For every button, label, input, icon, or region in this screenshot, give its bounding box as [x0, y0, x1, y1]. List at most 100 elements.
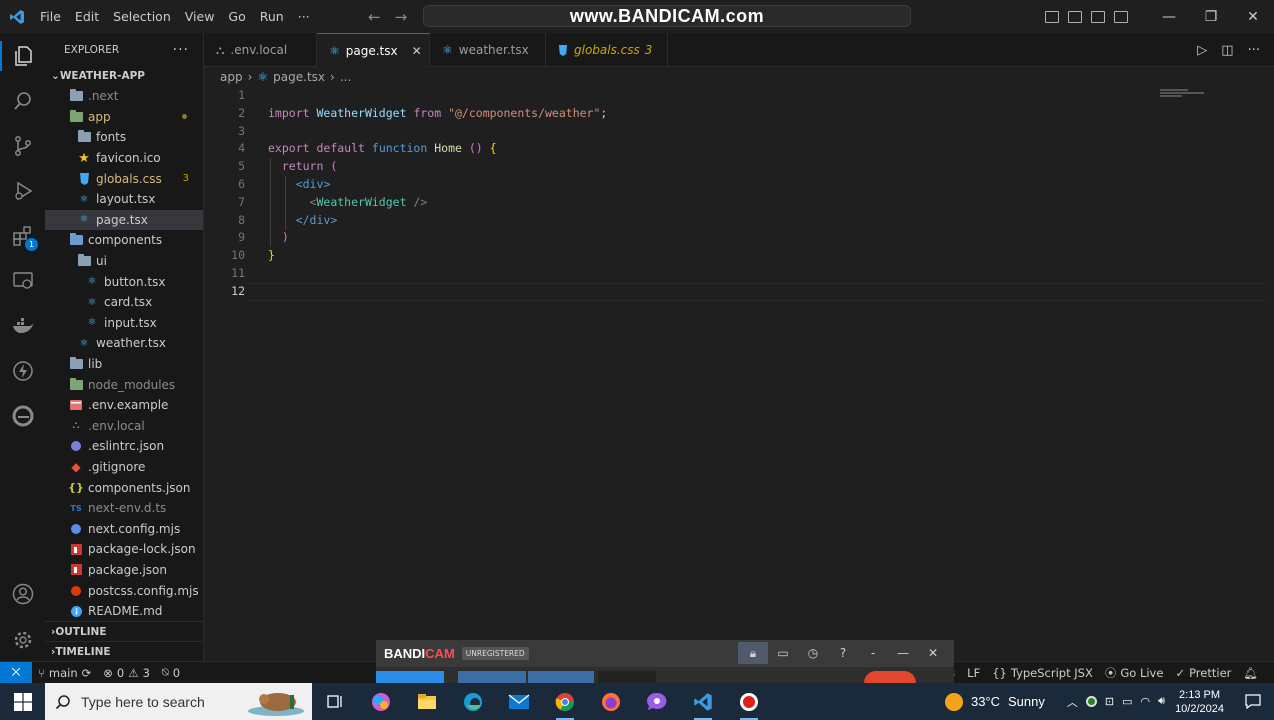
tree-item-fonts[interactable]: fonts [45, 127, 203, 148]
menu-selection[interactable]: Selection [106, 0, 178, 33]
edge-devtools-icon[interactable] [10, 403, 35, 428]
tree-item-button-tsx[interactable]: ⚛ button.tsx [45, 271, 203, 292]
workspace-root[interactable]: ⌄ WEATHER-APP [45, 66, 203, 86]
toggle-panel-icon[interactable] [1068, 10, 1082, 23]
windows-start-icon[interactable] [0, 683, 45, 720]
firefox-icon[interactable] [588, 683, 634, 720]
tree-item-globals-css[interactable]: globals.css 3 [45, 168, 203, 189]
tree-item-layout-tsx[interactable]: ⚛ layout.tsx [45, 189, 203, 210]
tree-item-components-json[interactable]: {} components.json [45, 477, 203, 498]
problems-indicator[interactable]: ⊗ 0 ⚠ 3 [97, 666, 156, 680]
prettier-indicator[interactable]: ✓ Prettier [1169, 666, 1237, 680]
split-editor-icon[interactable]: ◫ [1221, 43, 1233, 58]
close-tab-icon[interactable]: ✕ [412, 44, 422, 58]
breadcrumb-symbol[interactable]: ... [340, 70, 351, 84]
settings-gear-icon[interactable] [10, 627, 35, 652]
search-icon[interactable] [10, 88, 35, 113]
toggle-secondary-sidebar-icon[interactable] [1091, 10, 1105, 23]
minimize-icon[interactable]: — [888, 642, 918, 664]
mode-tab[interactable] [458, 671, 526, 683]
remote-indicator-icon[interactable]: ⨉ [0, 661, 32, 684]
edge-icon[interactable] [450, 683, 496, 720]
language-mode[interactable]: {} TypeScript JSX [986, 666, 1099, 680]
volume-icon[interactable]: 🔊︎ [1158, 695, 1165, 708]
tree-item-env-local[interactable]: ⛬ .env.local [45, 416, 203, 437]
minimize-button[interactable]: — [1148, 0, 1190, 33]
breadcrumb-app[interactable]: app [220, 70, 243, 84]
timeline-section[interactable]: › TIMELINE [45, 641, 204, 661]
mail-icon[interactable] [496, 683, 542, 720]
command-center[interactable]: www.BANDICAM.com [423, 5, 911, 27]
restore-button[interactable]: ❐ [1190, 0, 1232, 33]
branch-indicator[interactable]: ⑂ main ⟳ [32, 666, 97, 680]
help-icon[interactable]: ? [828, 642, 858, 664]
chat-app-icon[interactable] [634, 683, 680, 720]
extensions-icon[interactable]: 1 [10, 223, 38, 251]
run-debug-icon[interactable] [10, 178, 35, 203]
file-explorer-icon[interactable] [404, 683, 450, 720]
copilot-icon[interactable] [358, 683, 404, 720]
minimap[interactable] [1160, 89, 1208, 103]
close-window-button[interactable]: ✕ [1232, 0, 1274, 33]
tab-globals-css[interactable]: globals.css 3 [546, 33, 668, 67]
mode-tab[interactable] [598, 671, 656, 683]
tree-item-env-example[interactable]: .env.example [45, 395, 203, 416]
chevron-up-icon[interactable]: ︿ [1067, 694, 1078, 710]
more-actions-icon[interactable]: ··· [1248, 43, 1260, 58]
chrome-icon[interactable] [542, 683, 588, 720]
breadcrumb-page[interactable]: page.tsx [273, 70, 325, 84]
status-dot-icon[interactable] [1085, 696, 1097, 707]
accounts-icon[interactable] [10, 581, 35, 606]
toggle-primary-sidebar-icon[interactable] [1045, 10, 1059, 23]
collapse-icon[interactable]: ‐ [858, 642, 888, 664]
tab-page-tsx[interactable]: ⚛ page.tsx ✕ [317, 33, 430, 67]
mode-tab[interactable] [376, 671, 444, 683]
tree-item-package-json[interactable]: package.json [45, 560, 203, 581]
wifi-icon[interactable]: ◠ [1141, 695, 1151, 708]
tree-item-postcss-config[interactable]: postcss.config.mjs [45, 580, 203, 601]
run-play-icon[interactable]: ▷ [1197, 43, 1207, 58]
ports-indicator[interactable]: ⍉ 0 [156, 665, 186, 680]
go-live-button[interactable]: ⦿ Go Live [1099, 665, 1170, 681]
folder-icon[interactable]: ▭ [768, 642, 798, 664]
tree-item-gitignore[interactable]: ◆ .gitignore [45, 457, 203, 478]
tab-env-local[interactable]: ⛬ .env.local [204, 33, 317, 67]
menu-run[interactable]: Run [253, 0, 291, 33]
docker-icon[interactable] [10, 313, 35, 338]
tree-item-page-tsx[interactable]: ⚛ page.tsx [45, 209, 203, 231]
lock-icon[interactable]: 🔒︎ [738, 642, 768, 664]
tree-item-favicon[interactable]: ★ favicon.ico [45, 148, 203, 169]
notification-center-icon[interactable] [1238, 694, 1268, 709]
taskbar-clock[interactable]: 2:13 PM 10/2/2024 [1175, 688, 1224, 716]
tree-item-eslintrc[interactable]: .eslintrc.json [45, 436, 203, 457]
weather-widget[interactable]: 33°C Sunny [944, 692, 1045, 711]
menu-go[interactable]: Go [221, 0, 252, 33]
thunder-client-icon[interactable] [10, 358, 35, 383]
bandicam-taskbar-icon[interactable] [726, 683, 772, 720]
timer-icon[interactable]: ◷ [798, 642, 828, 664]
tree-item-ui[interactable]: ui [45, 251, 203, 272]
tab-weather-tsx[interactable]: ⚛ weather.tsx [430, 33, 546, 67]
tree-item-next-env[interactable]: TS next-env.d.ts [45, 498, 203, 519]
tree-item-next[interactable]: .next [45, 86, 203, 107]
tree-item-node-modules[interactable]: node_modules [45, 374, 203, 395]
notifications-bell-icon[interactable]: 🔔︎ [1237, 666, 1264, 680]
vscode-taskbar-icon[interactable] [680, 683, 726, 720]
back-arrow-icon[interactable]: ← [368, 8, 381, 26]
tree-item-readme[interactable]: README.md [45, 601, 203, 622]
eol-indicator[interactable]: LF [961, 666, 986, 680]
tree-item-lib[interactable]: lib [45, 354, 203, 375]
tree-item-input-tsx[interactable]: ⚛ input.tsx [45, 313, 203, 334]
menu-view[interactable]: View [178, 0, 222, 33]
tree-item-next-config[interactable]: next.config.mjs [45, 518, 203, 539]
record-button[interactable] [864, 671, 916, 683]
explorer-icon[interactable] [10, 43, 35, 68]
source-control-icon[interactable] [10, 133, 35, 158]
app-tray-icon[interactable]: ⊡ [1105, 695, 1114, 708]
mode-tab[interactable] [528, 671, 594, 683]
tree-item-app[interactable]: app [45, 107, 203, 128]
remote-explorer-icon[interactable] [10, 268, 35, 293]
menu-edit[interactable]: Edit [68, 0, 106, 33]
tree-item-package-lock[interactable]: package-lock.json [45, 539, 203, 560]
battery-icon[interactable]: ▭ [1122, 695, 1132, 708]
